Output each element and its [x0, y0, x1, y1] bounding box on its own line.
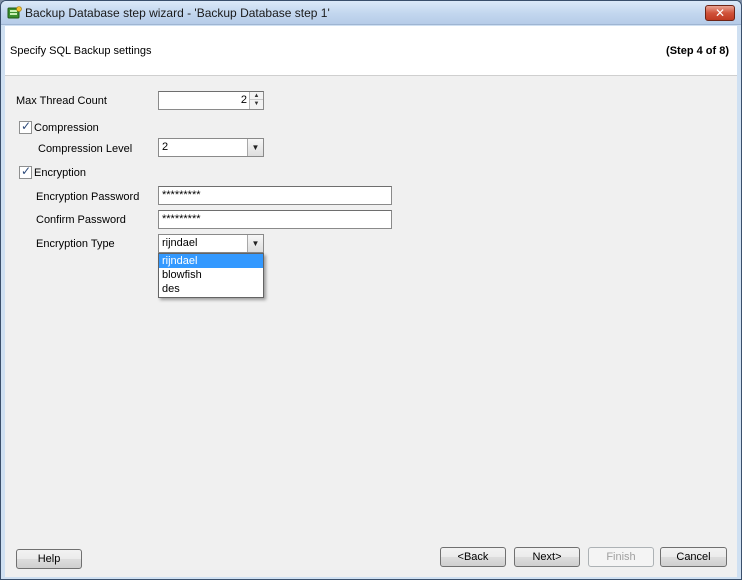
- spin-up-icon[interactable]: ▲: [250, 92, 263, 100]
- encryption-label: Encryption: [34, 167, 86, 179]
- encryption-checkbox[interactable]: ✓: [19, 164, 32, 179]
- encryption-password-label: Encryption Password: [36, 191, 140, 203]
- window-title: Backup Database step wizard - 'Backup Da…: [25, 6, 330, 20]
- encryption-type-dropdown: rijndael blowfish des: [158, 253, 264, 298]
- confirm-password-field[interactable]: *********: [158, 210, 392, 229]
- title-bar[interactable]: Backup Database step wizard - 'Backup Da…: [1, 1, 741, 25]
- chevron-down-icon[interactable]: ▼: [247, 139, 263, 156]
- wizard-window: Backup Database step wizard - 'Backup Da…: [0, 0, 742, 580]
- compression-level-select[interactable]: 2 ▼: [158, 138, 264, 157]
- dropdown-option-rijndael[interactable]: rijndael: [159, 254, 263, 268]
- encryption-password-field[interactable]: *********: [158, 186, 392, 205]
- wizard-header: Specify SQL Backup settings (Step 4 of 8…: [5, 26, 737, 76]
- max-thread-count-spinner[interactable]: 2 ▲ ▼: [158, 91, 264, 110]
- finish-button[interactable]: Finish: [588, 547, 654, 567]
- close-icon: ✕: [714, 6, 726, 20]
- spin-buttons[interactable]: ▲ ▼: [249, 92, 263, 109]
- compression-label: Compression: [34, 122, 99, 134]
- chevron-down-icon[interactable]: ▼: [247, 235, 263, 252]
- spin-down-icon[interactable]: ▼: [250, 100, 263, 108]
- database-wizard-icon: [7, 6, 22, 19]
- cancel-button[interactable]: Cancel: [660, 547, 727, 567]
- page-subtitle: Specify SQL Backup settings: [10, 45, 152, 57]
- checkmark-icon: ✓: [21, 119, 32, 133]
- confirm-password-label: Confirm Password: [36, 214, 126, 226]
- dropdown-option-des[interactable]: des: [159, 282, 263, 296]
- encryption-type-label: Encryption Type: [36, 238, 115, 250]
- wizard-client-area: Specify SQL Backup settings (Step 4 of 8…: [5, 26, 737, 577]
- close-button[interactable]: ✕: [705, 5, 735, 21]
- compression-level-value: 2: [162, 141, 169, 153]
- compression-level-label: Compression Level: [38, 143, 133, 155]
- dropdown-option-blowfish[interactable]: blowfish: [159, 268, 263, 282]
- compression-checkbox[interactable]: ✓: [19, 119, 32, 134]
- checkmark-icon: ✓: [21, 164, 32, 178]
- encryption-type-value: rijndael: [162, 237, 198, 249]
- encryption-type-select[interactable]: rijndael ▼: [158, 234, 264, 253]
- help-button[interactable]: Help: [16, 549, 82, 569]
- max-thread-count-value: 2: [240, 94, 247, 106]
- back-button[interactable]: <Back: [440, 547, 506, 567]
- confirm-password-value: *********: [162, 213, 201, 225]
- step-indicator: (Step 4 of 8): [666, 45, 729, 57]
- max-thread-count-label: Max Thread Count: [16, 95, 107, 107]
- encryption-password-value: *********: [162, 189, 201, 201]
- next-button[interactable]: Next>: [514, 547, 580, 567]
